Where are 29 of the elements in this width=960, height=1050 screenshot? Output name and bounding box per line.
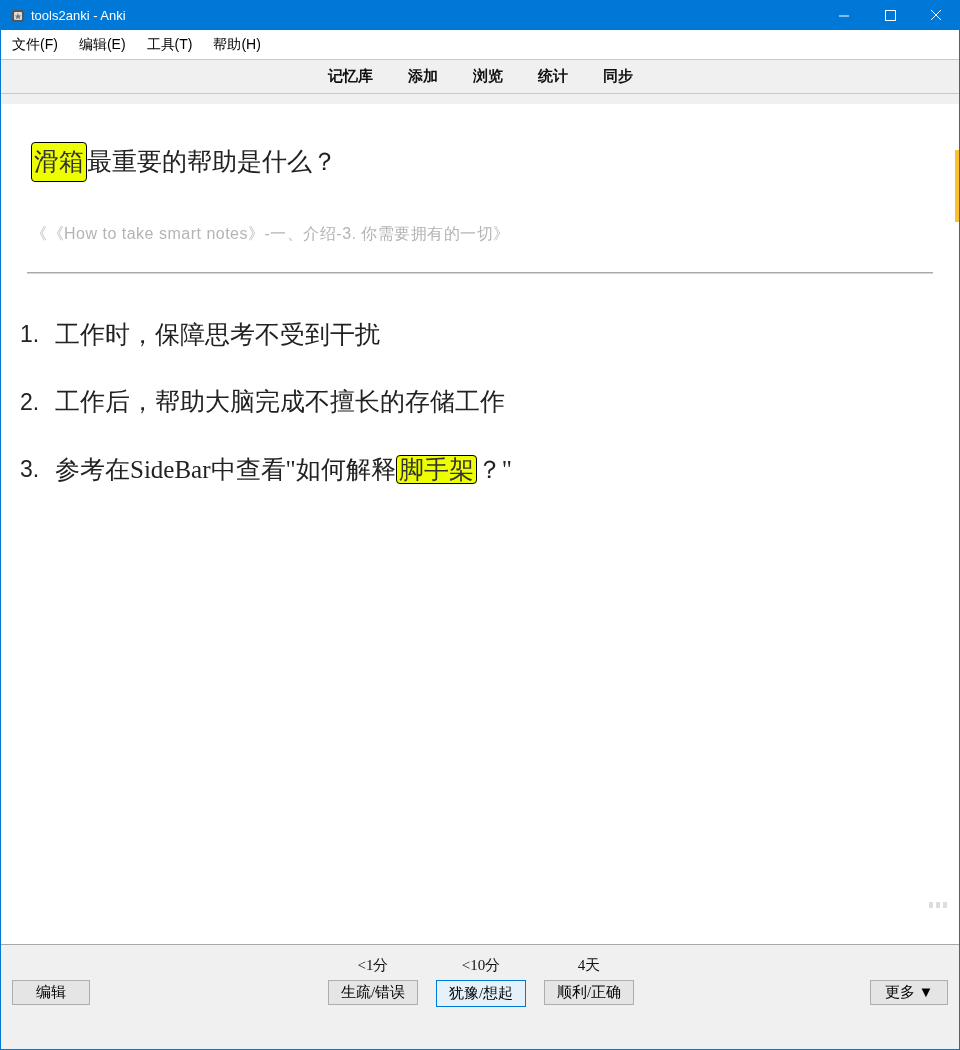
menu-item[interactable]: 工具(T) — [146, 34, 193, 55]
answer-text: 参考在SideBar中查看"如何解释脚手架？" — [55, 453, 512, 486]
interval-label: 4天 — [577, 956, 601, 975]
toolbar-link[interactable]: 同步 — [602, 65, 633, 88]
answer-button[interactable]: 顺利/正确 — [544, 980, 634, 1005]
menu-item[interactable]: 帮助(H) — [213, 34, 261, 55]
answer-text: 工作后，帮助大脑完成不擅长的存储工作 — [55, 387, 505, 417]
answer-button[interactable]: 犹豫/想起 — [436, 980, 526, 1007]
interval-label: <1分 — [357, 956, 389, 975]
list-number: 3. — [20, 455, 41, 484]
answer-button[interactable]: 生疏/错误 — [328, 980, 418, 1005]
list-number: 2. — [20, 387, 41, 417]
scroll-indicator — [955, 150, 959, 222]
more-button[interactable]: 更多 ▼ — [870, 980, 948, 1005]
edit-button[interactable]: 编辑 — [12, 980, 90, 1005]
toolbar-link[interactable]: 浏览 — [472, 65, 503, 88]
toolbar-link[interactable]: 统计 — [537, 65, 568, 88]
more-dots-icon — [929, 902, 947, 908]
toolbar-link[interactable]: 记忆库 — [327, 65, 373, 88]
question-text: 滑箱最重要的帮助是什么？ — [1, 104, 959, 182]
menu-item[interactable]: 文件(F) — [12, 34, 58, 55]
answer-text: 工作时，保障思考不受到干扰 — [55, 319, 380, 350]
toolbar-link[interactable]: 添加 — [407, 65, 438, 88]
source-text: 《《How to take smart notes》-一、介绍-3. 你需要拥有的一切》 — [30, 223, 511, 244]
interval-label: <10分 — [461, 956, 501, 975]
app-icon — [11, 8, 25, 23]
menu-item[interactable]: 编辑(E) — [78, 34, 126, 55]
window-title: tools2anki - Anki — [31, 6, 126, 25]
list-number: 1. — [20, 320, 41, 349]
